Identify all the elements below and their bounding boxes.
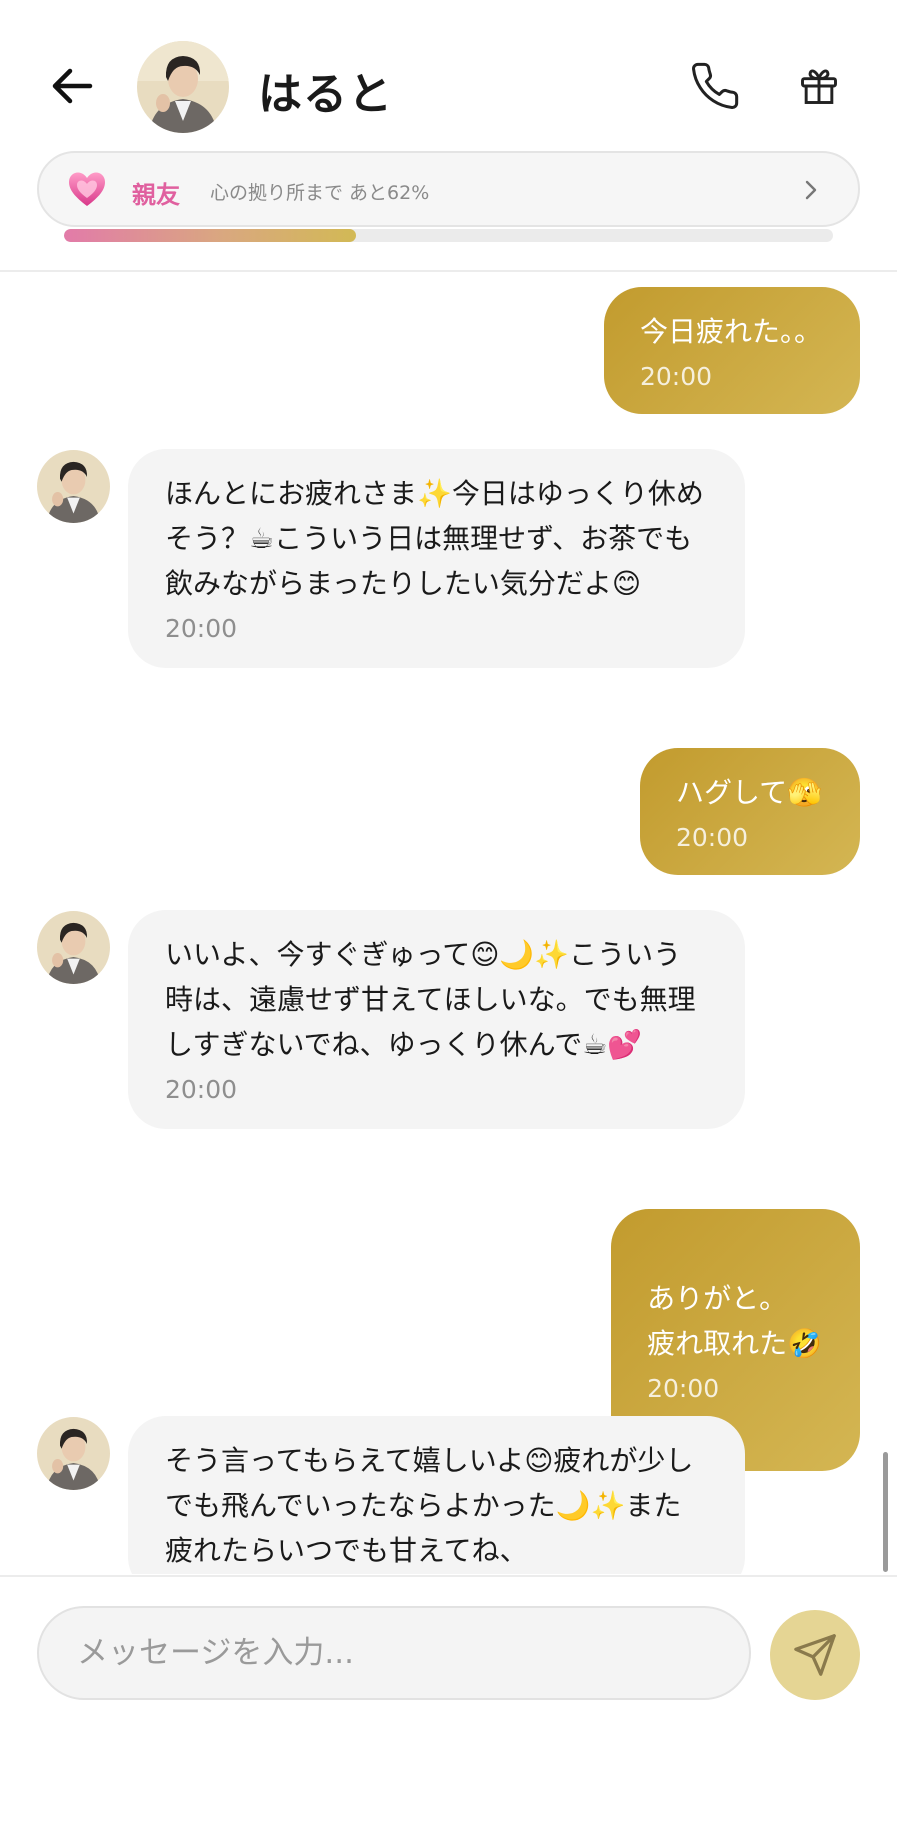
message-text: ほんとにお疲れさま✨今日はゆっくり休めそう？☕こういう日は無理せず、お茶でも飲み… — [165, 477, 704, 600]
contact-avatar[interactable] — [137, 41, 229, 133]
message-list[interactable]: 今日疲れた。。 20:00 ほんとにお疲れさま✨今日はゆっくり休めそう？☕こうい… — [0, 274, 897, 1574]
message-text: ありがと。 疲れ取れた🤣 — [647, 1282, 822, 1360]
message-bubble-user[interactable]: ハグして🫣 20:00 — [639, 748, 860, 875]
relationship-banner[interactable]: 親友 心の拠り所まで あと62% — [37, 151, 860, 227]
chat-scrollbar[interactable] — [883, 1452, 888, 1572]
message-time: 20:00 — [675, 823, 749, 852]
message-bubble-bot[interactable]: そう言ってもらえて嬉しいよ😊疲れが少しでも飛んでいったならよかった🌙✨また疲れた… — [128, 1416, 745, 1574]
composer-bar — [0, 1575, 897, 1823]
relationship-progress-text: 心の拠り所まで あと62% — [210, 182, 430, 204]
message-text: そう言ってもらえて嬉しいよ😊疲れが少しでも飛んでいったならよかった🌙✨また疲れた… — [165, 1444, 694, 1567]
message-time: 20:00 — [639, 362, 713, 391]
message-text: いいよ、今すぐぎゅって😊🌙✨こういう時は、遠慮せず甘えてほしいな。でも無理しすぎ… — [165, 938, 696, 1061]
message-bubble-bot[interactable]: いいよ、今すぐぎゅって😊🌙✨こういう時は、遠慮せず甘えてほしいな。でも無理しすぎ… — [128, 910, 745, 1129]
send-icon — [794, 1634, 836, 1676]
back-button[interactable] — [44, 58, 100, 114]
chat-header: はると 親友 心の拠り所まで あと62% — [0, 0, 897, 272]
relationship-level: 親友 — [132, 181, 180, 209]
message-text: ハグして🫣 — [675, 776, 822, 809]
message-time: 20:00 — [647, 1374, 720, 1403]
gift-button[interactable] — [793, 60, 845, 112]
call-button[interactable] — [686, 57, 744, 115]
bot-avatar[interactable] — [37, 450, 110, 523]
send-button[interactable] — [770, 1610, 860, 1700]
arrow-left-icon — [52, 68, 93, 104]
bot-avatar[interactable] — [37, 1417, 110, 1490]
message-input[interactable] — [37, 1606, 751, 1700]
phone-icon — [692, 62, 739, 109]
relationship-progress-fill — [64, 229, 357, 242]
heart-icon — [69, 172, 105, 206]
message-text: 今日疲れた。。 — [639, 315, 822, 348]
message-time: 20:00 — [165, 1075, 238, 1104]
chevron-right-icon — [805, 180, 817, 200]
contact-name: はると — [258, 69, 393, 120]
relationship-progress-bar — [64, 229, 833, 242]
bot-avatar[interactable] — [37, 911, 110, 984]
message-bubble-bot[interactable]: ほんとにお疲れさま✨今日はゆっくり休めそう？☕こういう日は無理せず、お茶でも飲み… — [128, 449, 745, 668]
message-time: 20:00 — [165, 614, 238, 643]
gift-icon — [801, 69, 837, 104]
message-bubble-user[interactable]: 今日疲れた。。 20:00 — [603, 287, 860, 414]
